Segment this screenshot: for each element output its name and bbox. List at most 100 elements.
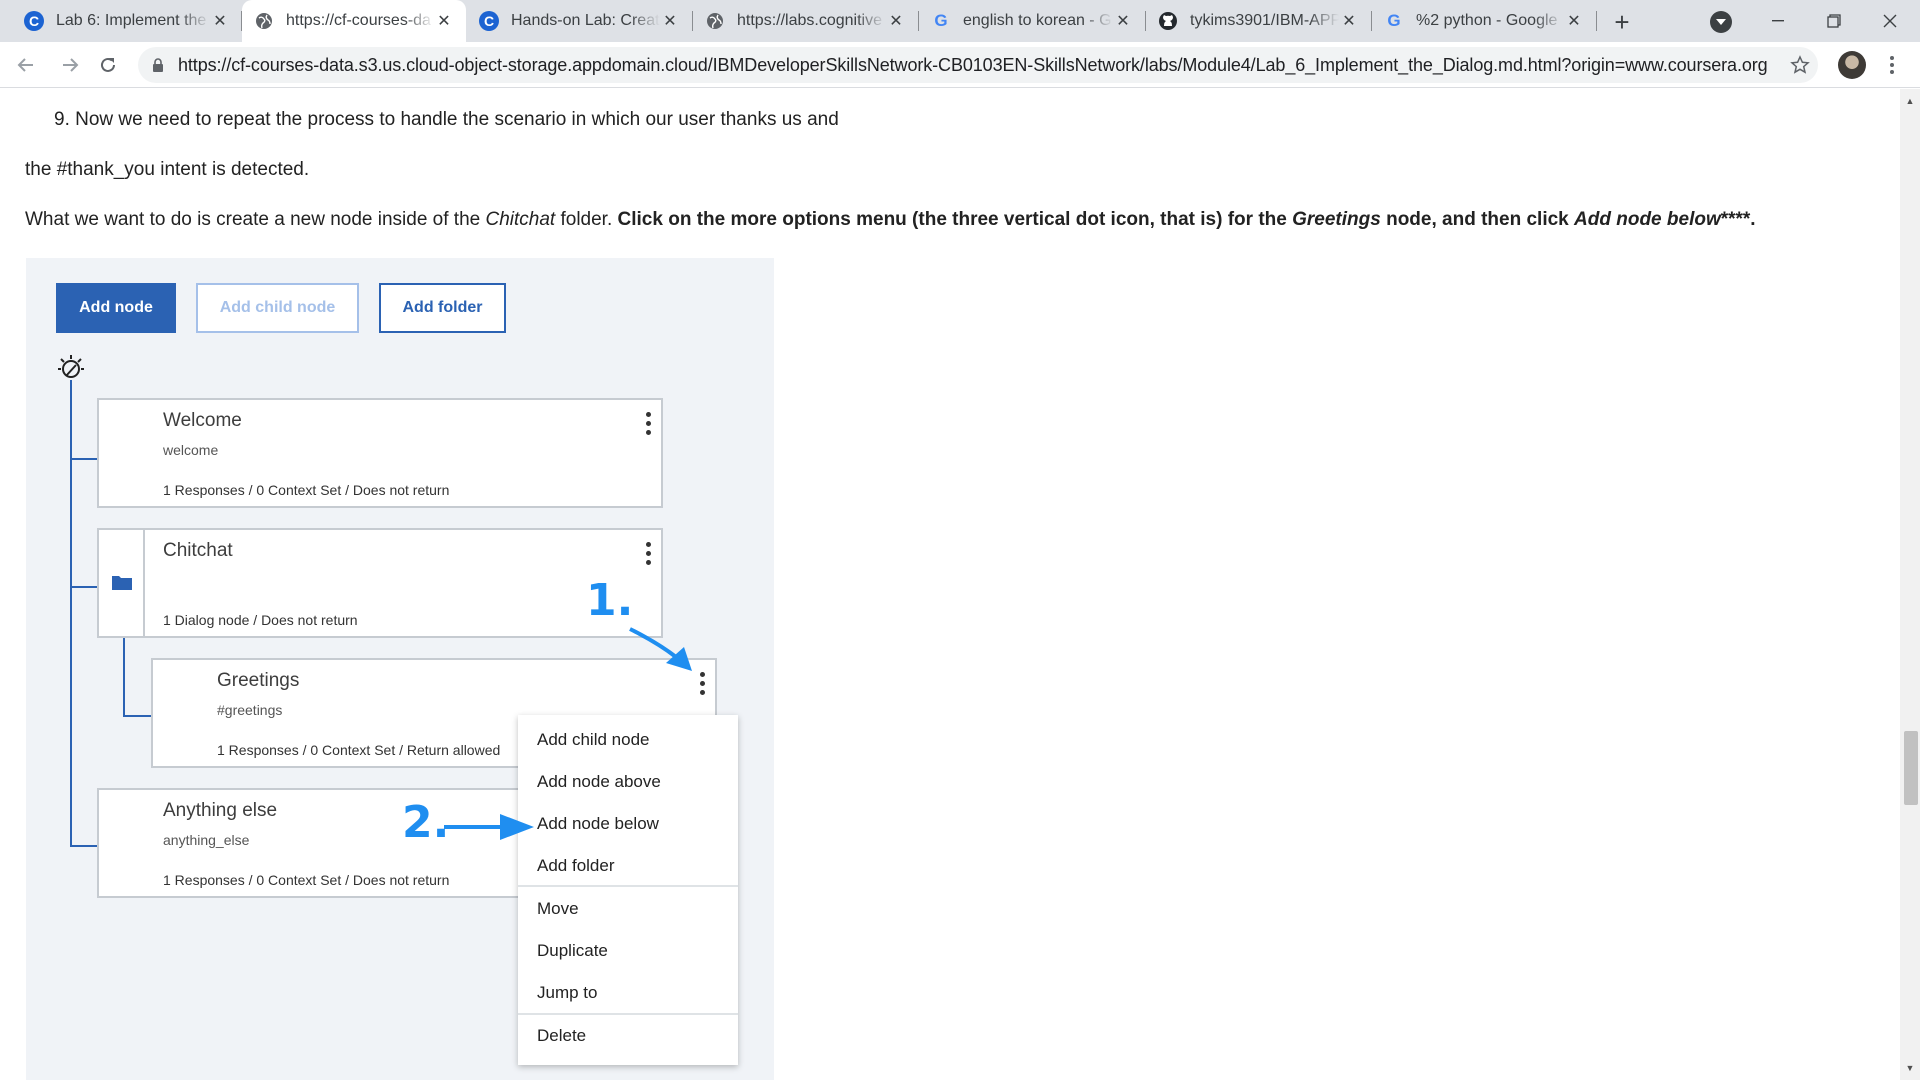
folder-divider: [143, 530, 145, 636]
menu-item-add-node-below: Add node below: [537, 814, 659, 833]
tree-line: [70, 458, 98, 460]
reload-icon: [101, 57, 115, 72]
close-icon[interactable]: ✕: [1113, 11, 1133, 31]
step-text: Now we need to repeat the process to han…: [75, 109, 839, 130]
tab-cf-courses[interactable]: https://cf-courses-da ✕: [242, 0, 466, 42]
node-title: Anything else: [163, 800, 278, 821]
close-icon[interactable]: ✕: [434, 11, 454, 31]
menu-divider: [518, 885, 738, 887]
arrow-left-icon: [17, 58, 33, 72]
forward-button[interactable]: [54, 49, 86, 81]
tab-title: https://cf-courses-da: [286, 12, 431, 29]
minimize-button[interactable]: [1750, 0, 1806, 42]
node-condition: welcome: [163, 442, 219, 458]
chitchat-emphasis: Chitchat: [485, 209, 556, 230]
bookmark-star-button[interactable]: [1786, 51, 1814, 79]
browser-toolbar: https://cf-courses-data.s3.us.cloud-obje…: [0, 42, 1920, 88]
tree-line: [123, 638, 125, 716]
node-condition: anything_else: [163, 832, 250, 848]
more-options-icon: [699, 672, 705, 695]
instruction-bold: node, and then click: [1380, 209, 1575, 230]
tab-title: https://labs.cognitive: [737, 12, 882, 29]
tab-separator: [1596, 11, 1597, 31]
instruction-text: What we want to do is create a new node …: [25, 209, 486, 230]
greetings-emphasis: Greetings: [1292, 209, 1381, 230]
page-scrollbar[interactable]: ▲ ▼: [1900, 89, 1920, 1080]
coursera-icon: C: [479, 11, 499, 31]
star-icon: [1790, 55, 1810, 74]
tab-english-to-korean[interactable]: G english to korean - G ✕: [919, 0, 1145, 42]
window-close-button[interactable]: [1862, 0, 1918, 42]
node-meta: 1 Responses / 0 Context Set / Does not r…: [163, 482, 450, 498]
instruction-bold: Click on the more options menu (the thre…: [617, 209, 1293, 230]
step-9-line-2: the #thank_you intent is detected.: [25, 159, 310, 180]
coursera-icon: C: [24, 11, 44, 31]
close-icon[interactable]: ✕: [1564, 11, 1584, 31]
profile-avatar[interactable]: [1838, 51, 1866, 79]
tab-title: english to korean - G: [963, 12, 1112, 29]
close-icon[interactable]: ✕: [886, 11, 906, 31]
welcome-node: Welcome welcome 1 Responses / 0 Context …: [97, 398, 663, 508]
node-title: Chitchat: [163, 540, 233, 561]
google-icon: G: [1387, 11, 1401, 30]
annotation-step-1: 1.: [586, 575, 634, 626]
step-number: 9.: [54, 109, 70, 130]
menu-item-move: Move: [537, 899, 579, 918]
tab-hands-on-lab[interactable]: C Hands-on Lab: Creati ✕: [467, 0, 692, 42]
tab-title: Hands-on Lab: Creati: [511, 12, 660, 29]
scroll-down-icon[interactable]: ▼: [1900, 1060, 1920, 1076]
close-icon[interactable]: ✕: [660, 11, 680, 31]
menu-item-add-folder: Add folder: [537, 856, 615, 875]
annotation-arrow-1: [629, 627, 692, 671]
tab-search-button[interactable]: [1710, 11, 1732, 33]
restore-button[interactable]: [1806, 0, 1862, 42]
tab-python-search[interactable]: G %2 python - Google ✕: [1372, 0, 1596, 42]
close-icon: [1883, 14, 1897, 28]
tree-line: [123, 715, 153, 717]
menu-item-add-child-node: Add child node: [537, 730, 650, 749]
close-icon[interactable]: ✕: [1339, 11, 1359, 31]
chitchat-folder-node: Chitchat 1 Dialog node / Does not return: [97, 528, 663, 638]
node-title: Greetings: [217, 670, 300, 691]
address-bar[interactable]: https://cf-courses-data.s3.us.cloud-obje…: [138, 47, 1818, 83]
add-node-button: Add node: [56, 283, 176, 333]
tab-lab6[interactable]: C Lab 6: Implement the ✕: [12, 0, 242, 42]
add-folder-button: Add folder: [379, 283, 506, 333]
tree-line: [70, 845, 98, 847]
node-meta: 1 Dialog node / Does not return: [163, 612, 358, 628]
tab-title: Lab 6: Implement the: [56, 12, 207, 29]
lock-icon: [150, 57, 166, 73]
tab-labs-cognitive[interactable]: https://labs.cognitive ✕: [693, 0, 918, 42]
github-icon: [1158, 11, 1178, 31]
close-icon[interactable]: ✕: [210, 11, 230, 31]
add-child-node-button: Add child node: [196, 283, 359, 333]
menu-item-add-node-above: Add node above: [537, 772, 661, 791]
tab-github[interactable]: tykims3901/IBM-APPL ✕: [1146, 0, 1371, 42]
chevron-down-icon: [1716, 19, 1726, 25]
new-tab-button[interactable]: +: [1606, 6, 1638, 38]
minimize-icon: [1772, 20, 1784, 22]
reload-button[interactable]: [92, 49, 124, 81]
tree-line: [70, 380, 72, 846]
scrollbar-thumb[interactable]: [1904, 731, 1918, 805]
menu-item-jump-to: Jump to: [537, 983, 598, 1002]
node-context-menu: Add child node Add node above Add node b…: [518, 715, 738, 1065]
browser-menu-button[interactable]: [1882, 51, 1902, 79]
arrow-right-icon: [63, 58, 79, 72]
instruction-paragraph: What we want to do is create a new node …: [25, 209, 1756, 231]
instruction-text: folder.: [555, 209, 618, 230]
node-meta: 1 Responses / 0 Context Set / Does not r…: [163, 872, 450, 888]
tree-line: [70, 586, 98, 588]
instruction-end: ****.: [1720, 209, 1756, 230]
step-9-paragraph: 9. Now we need to repeat the process to …: [54, 109, 839, 131]
more-options-icon: [645, 412, 651, 435]
tab-title: %2 python - Google: [1416, 12, 1558, 29]
globe-icon: [254, 11, 274, 31]
back-button[interactable]: [10, 49, 42, 81]
annotation-arrow-2: [444, 814, 534, 840]
node-meta: 1 Responses / 0 Context Set / Return all…: [217, 742, 501, 758]
node-condition: #greetings: [217, 702, 283, 718]
node-title: Welcome: [163, 410, 242, 431]
scroll-up-icon[interactable]: ▲: [1900, 93, 1920, 109]
google-icon: G: [934, 11, 948, 30]
